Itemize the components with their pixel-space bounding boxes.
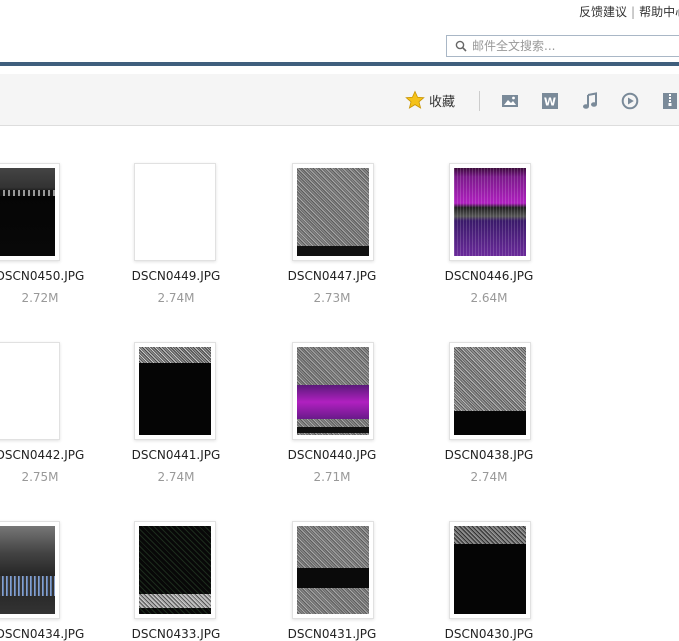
- favorite-button[interactable]: 收藏: [405, 90, 455, 110]
- file-thumbnail[interactable]: [134, 342, 216, 440]
- search-input[interactable]: [472, 37, 672, 55]
- header-spacer: [0, 66, 679, 74]
- file-thumbnail[interactable]: [0, 342, 60, 440]
- mail-search-box[interactable]: [446, 35, 679, 57]
- archive-icon[interactable]: [661, 92, 679, 110]
- file-thumbnail[interactable]: [134, 163, 216, 261]
- top-links: 反馈建议 |帮助中心: [579, 3, 679, 20]
- link-separator: |: [631, 5, 636, 19]
- star-icon: [405, 90, 425, 109]
- file-size: 2.74M: [157, 291, 195, 305]
- file-name[interactable]: DSCN0438.JPG: [409, 448, 569, 462]
- file-thumbnail[interactable]: [134, 521, 216, 619]
- file-thumbnail[interactable]: [292, 521, 374, 619]
- toolbar-separator: [479, 91, 480, 111]
- favorite-label: 收藏: [429, 94, 456, 110]
- file-size: 2.71M: [313, 470, 351, 484]
- attachment-toolbar: 收藏 W: [0, 74, 679, 126]
- word-doc-icon[interactable]: W: [541, 92, 559, 110]
- file-name[interactable]: DSCN0449.JPG: [96, 269, 256, 283]
- file-thumbnail[interactable]: [449, 163, 531, 261]
- music-icon[interactable]: [581, 92, 599, 110]
- video-play-icon[interactable]: [621, 92, 639, 110]
- search-icon: [455, 40, 467, 52]
- help-center-link[interactable]: 帮助中心: [639, 5, 679, 19]
- file-thumbnail[interactable]: [0, 163, 60, 261]
- file-size: 2.74M: [470, 470, 508, 484]
- file-thumbnail[interactable]: [0, 521, 60, 619]
- file-size: 2.74M: [157, 470, 195, 484]
- file-thumbnail[interactable]: [292, 163, 374, 261]
- svg-text:W: W: [544, 96, 556, 109]
- file-name[interactable]: DSCN0440.JPG: [252, 448, 412, 462]
- top-header: 反馈建议 |帮助中心: [0, 0, 679, 62]
- file-size: 2.64M: [470, 291, 508, 305]
- file-thumbnail[interactable]: [449, 521, 531, 619]
- file-thumbnail[interactable]: [449, 342, 531, 440]
- file-name[interactable]: DSCN0441.JPG: [96, 448, 256, 462]
- file-thumbnail[interactable]: [292, 342, 374, 440]
- file-size: 2.73M: [313, 291, 351, 305]
- file-name[interactable]: DSCN0446.JPG: [409, 269, 569, 283]
- image-icon[interactable]: [501, 92, 519, 110]
- file-name[interactable]: DSCN0447.JPG: [252, 269, 412, 283]
- feedback-link[interactable]: 反馈建议: [579, 5, 627, 19]
